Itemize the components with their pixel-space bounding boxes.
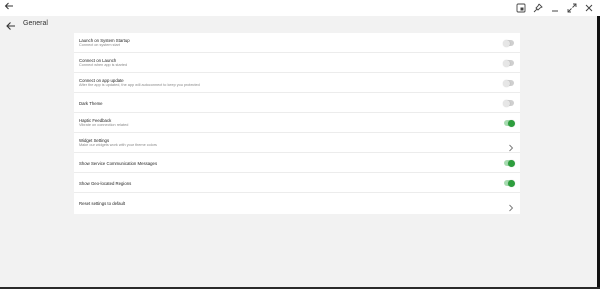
- window-titlebar: [0, 0, 600, 16]
- settings-row-subtitle: After the app is updated, the app will a…: [79, 83, 200, 87]
- settings-row[interactable]: Reset settings to default: [74, 193, 520, 213]
- titlebar-back-arrow-icon[interactable]: [3, 1, 15, 13]
- toggle-switch[interactable]: [504, 119, 515, 127]
- chevron-right-icon: [508, 139, 514, 152]
- minimize-icon[interactable]: [550, 2, 560, 14]
- toggle-switch[interactable]: [504, 159, 515, 167]
- toggle-switch[interactable]: [503, 99, 514, 107]
- toggle-knob: [508, 179, 515, 187]
- window-controls: [516, 1, 594, 15]
- settings-row-subtitle: Make our widgets work with your theme co…: [79, 143, 157, 147]
- toggle-knob: [503, 39, 510, 47]
- picture-in-picture-icon[interactable]: [516, 2, 526, 14]
- settings-row[interactable]: Show Geo-located Regions: [74, 173, 520, 193]
- toggle-knob: [503, 59, 510, 67]
- toggle-switch[interactable]: [503, 39, 514, 47]
- settings-row[interactable]: Widget Settings Make our widgets work wit…: [74, 133, 520, 153]
- chevron-right-icon: [508, 199, 514, 212]
- toggle-switch[interactable]: [504, 179, 515, 187]
- settings-row[interactable]: Launch on System Startup Connect on syste…: [74, 33, 520, 53]
- toggle-switch[interactable]: [503, 79, 514, 87]
- settings-row-title: Show Geo-located Regions: [79, 181, 132, 186]
- settings-row-subtitle: Connect on system start: [79, 43, 120, 47]
- toggle-knob: [503, 79, 510, 87]
- settings-panel: Launch on System Startup Connect on syste…: [74, 33, 520, 214]
- settings-row-title: Dark Theme: [79, 101, 103, 106]
- toggle-knob: [503, 99, 510, 107]
- toggle-knob: [508, 119, 515, 127]
- page-title: General: [23, 20, 48, 27]
- maximize-icon[interactable]: [567, 2, 577, 14]
- settings-row[interactable]: Connect on Launch Connect when app is sta…: [74, 53, 520, 73]
- settings-row-subtitle: Connect when app is started: [79, 63, 128, 67]
- settings-row-title: Reset settings to default: [79, 201, 126, 206]
- settings-row-title: Show Service Communication Messages: [79, 161, 158, 166]
- settings-row[interactable]: Connect on app update After the app is up…: [74, 73, 520, 93]
- pin-icon[interactable]: [533, 2, 543, 14]
- toggle-switch[interactable]: [503, 59, 514, 67]
- settings-row[interactable]: Show Service Communication Messages: [74, 153, 520, 173]
- back-arrow-icon[interactable]: [5, 19, 17, 31]
- settings-row[interactable]: Haptic Feedback Vibrate on connection rel…: [74, 113, 520, 133]
- toggle-knob: [508, 159, 515, 167]
- settings-row[interactable]: Dark Theme: [74, 93, 520, 113]
- settings-row-subtitle: Vibrate on connection related: [79, 123, 129, 127]
- close-icon[interactable]: [584, 2, 594, 14]
